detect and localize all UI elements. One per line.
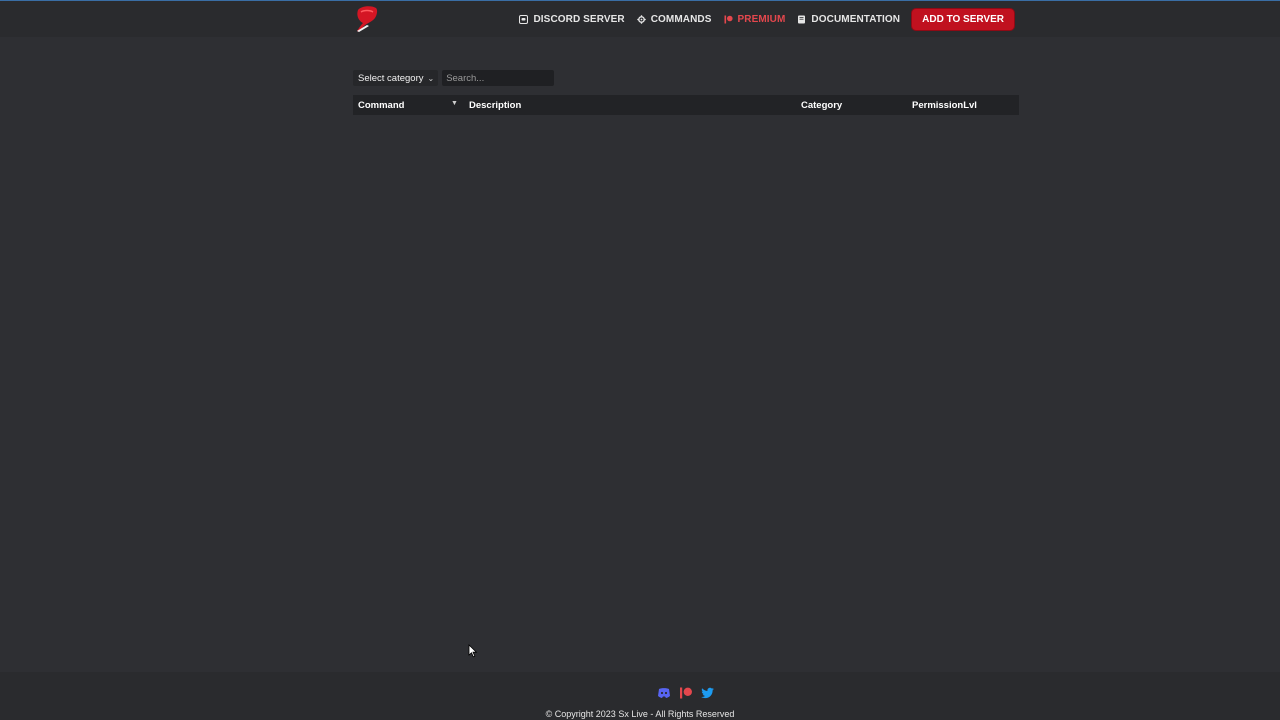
book-icon	[797, 15, 806, 24]
twitter-icon[interactable]	[701, 686, 715, 699]
column-header-command[interactable]: Command	[358, 100, 404, 111]
nav-item-label: PREMIUM	[737, 13, 786, 25]
discord-icon[interactable]	[657, 686, 671, 698]
nav-item-label: COMMANDS	[650, 13, 712, 25]
navbar: DISCORD SERVER COMMANDS PREMIUM DOCUMENT…	[0, 1, 1280, 37]
column-header-permissionlvl[interactable]: PermissionLvl	[912, 100, 977, 111]
nav-links: DISCORD SERVER COMMANDS PREMIUM DOCUMENT…	[507, 1, 1014, 37]
social-links	[657, 686, 715, 699]
footer: © Copyright 2023 Sx Live - All Rights Re…	[0, 672, 1280, 720]
sort-down-icon[interactable]: ▼	[451, 100, 458, 107]
nav-premium[interactable]: PREMIUM	[724, 14, 786, 25]
search-input[interactable]: Search...	[442, 70, 555, 86]
chevron-down-icon: ⌄	[427, 73, 435, 83]
brand-logo[interactable]	[353, 4, 381, 34]
add-to-server-button[interactable]: ADD TO SERVER	[912, 8, 1014, 30]
mouse-cursor-icon	[468, 644, 478, 658]
patreon-icon	[724, 15, 733, 24]
nav-commands[interactable]: COMMANDS	[636, 13, 712, 25]
logo-icon	[357, 6, 378, 32]
category-select[interactable]: Select category ⌄	[353, 70, 439, 86]
commands-table-header: Command ▼ Description Category Permissio…	[353, 95, 1019, 115]
column-header-category[interactable]: Category	[801, 100, 842, 111]
gear-icon	[636, 14, 646, 24]
patreon-icon[interactable]	[679, 686, 693, 699]
search-placeholder: Search...	[446, 72, 485, 84]
discord-box-icon	[519, 14, 529, 24]
nav-discord-server[interactable]: DISCORD SERVER	[519, 13, 625, 25]
copyright-text: © Copyright 2023 Sx Live - All Rights Re…	[545, 709, 735, 719]
nav-item-label: DISCORD SERVER	[533, 13, 625, 25]
nav-documentation[interactable]: DOCUMENTATION	[797, 14, 900, 25]
column-header-description[interactable]: Description	[469, 100, 521, 111]
filters-bar: Select category ⌄ Search...	[353, 70, 555, 86]
category-select-value: Select category	[358, 72, 424, 84]
nav-item-label: DOCUMENTATION	[811, 13, 901, 25]
